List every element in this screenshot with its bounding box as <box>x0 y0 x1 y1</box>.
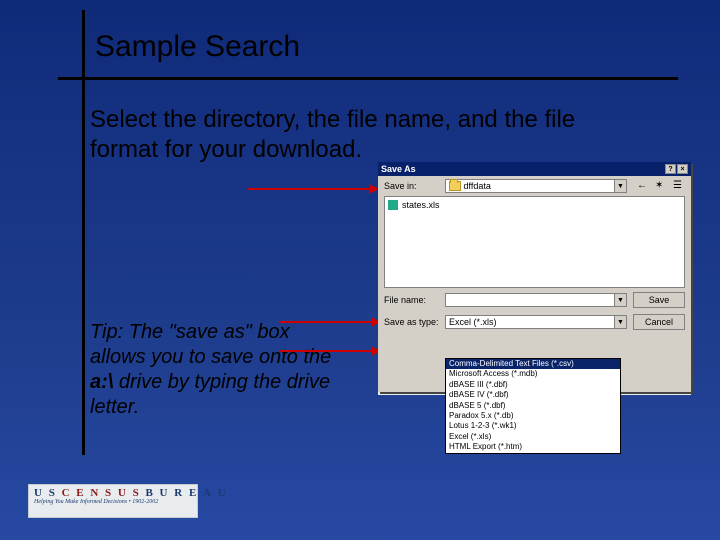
tip-text: Tip: The "save as" box allows you to sav… <box>90 320 340 420</box>
type-option[interactable]: Paradox 5.x (*.db) <box>446 411 620 421</box>
save-type-row: Save as type: Excel (*.xls) ▼ Cancel <box>384 312 685 332</box>
chevron-down-icon[interactable]: ▼ <box>614 316 626 328</box>
type-option[interactable]: dBASE 5 (*.dbf) <box>446 401 620 411</box>
tip-drive: a:\ <box>90 371 113 393</box>
tip-suffix: drive by typing the drive letter. <box>90 371 330 418</box>
horizontal-divider <box>58 77 678 80</box>
instruction-text: Select the directory, the file name, and… <box>90 105 640 165</box>
file-name-row: File name: ▼ Save <box>384 290 685 310</box>
census-tagline: Helping You Make Informed Decisions • 19… <box>34 499 192 505</box>
save-type-label: Save as type: <box>384 317 439 327</box>
dialog-titlebar: Save As ? × <box>378 162 691 176</box>
save-in-value: dffdata <box>464 181 491 191</box>
type-option[interactable]: Microsoft Access (*.mdb) <box>446 369 620 379</box>
census-logo: U S C E N S U S B U R E A U Helping You … <box>28 484 198 518</box>
file-item-label: states.xls <box>402 200 440 210</box>
save-in-label: Save in: <box>384 181 439 191</box>
type-option[interactable]: HTML Export (*.htm) <box>446 442 620 452</box>
tip-prefix: Tip: The "save as" box allows you to sav… <box>90 321 331 368</box>
save-type-combo[interactable]: Excel (*.xls) ▼ <box>445 315 627 329</box>
type-option[interactable]: Excel (*.xls) <box>446 432 620 442</box>
file-name-label: File name: <box>384 295 439 305</box>
arrow-to-filename <box>280 321 380 323</box>
new-folder-icon[interactable] <box>655 180 667 192</box>
save-button[interactable]: Save <box>633 292 685 308</box>
file-name-input[interactable]: ▼ <box>445 293 627 307</box>
arrow-to-directory <box>248 188 378 190</box>
type-option[interactable]: Comma-Delimited Text Files (*.csv) <box>446 359 620 369</box>
file-list-area[interactable]: states.xls <box>384 196 685 288</box>
help-button[interactable]: ? <box>665 164 676 174</box>
chevron-down-icon[interactable]: ▼ <box>614 294 626 306</box>
dialog-title: Save As <box>381 164 416 174</box>
save-in-row: Save in: dffdata ▼ <box>378 176 691 196</box>
save-type-value: Excel (*.xls) <box>449 317 497 327</box>
page-title: Sample Search <box>95 30 300 64</box>
type-option[interactable]: dBASE III (*.dbf) <box>446 380 620 390</box>
instruction-text-content: Select the directory, the file name, and… <box>90 106 575 163</box>
close-button[interactable]: × <box>677 164 688 174</box>
type-option[interactable]: dBASE IV (*.dbf) <box>446 390 620 400</box>
chevron-down-icon[interactable]: ▼ <box>614 180 626 192</box>
save-as-dialog: Save As ? × Save in: dffdata ▼ states.xl… <box>378 162 691 392</box>
folder-icon <box>449 181 461 191</box>
xls-icon <box>388 200 398 210</box>
save-type-dropdown[interactable]: Comma-Delimited Text Files (*.csv) Micro… <box>445 358 621 454</box>
view-menu-icon[interactable] <box>673 180 685 192</box>
file-item[interactable]: states.xls <box>388 200 681 210</box>
census-wordmark: U S C E N S U S B U R E A U <box>34 487 192 499</box>
cancel-button[interactable]: Cancel <box>633 314 685 330</box>
up-folder-icon[interactable] <box>637 180 649 192</box>
type-option[interactable]: Lotus 1-2-3 (*.wk1) <box>446 421 620 431</box>
arrow-to-filetype <box>280 350 380 352</box>
save-in-combo[interactable]: dffdata ▼ <box>445 179 627 193</box>
